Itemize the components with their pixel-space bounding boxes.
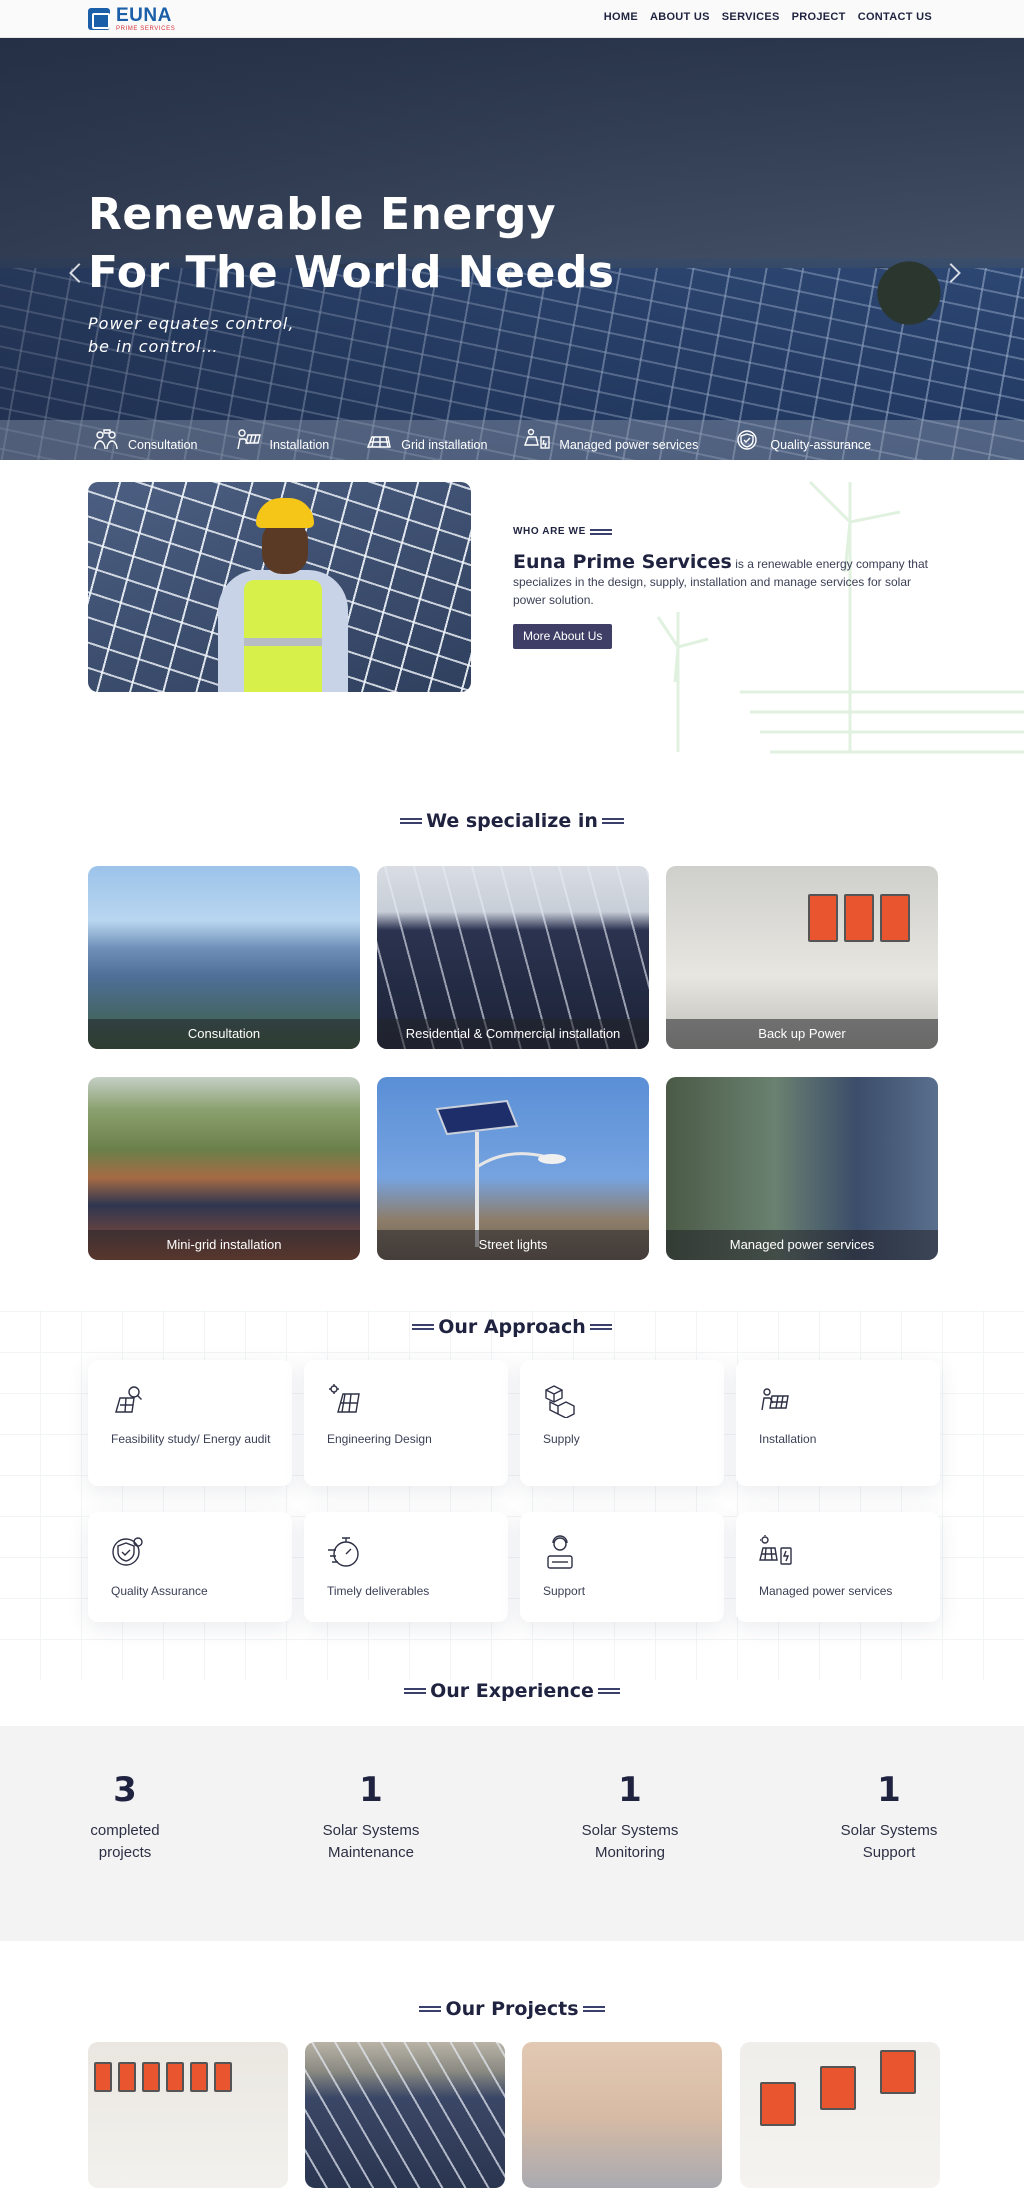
service-card-label: Residential & Commercial installation <box>377 1019 649 1049</box>
hero-subtitle: Power equates control, be in control… <box>88 314 295 356</box>
approach-card-engineering-design[interactable]: Engineering Design <box>304 1360 508 1486</box>
stat-completed-projects: 3 completed projects <box>90 1770 160 1861</box>
approach-card-feasibility[interactable]: Feasibility study/ Energy audit <box>88 1360 292 1486</box>
feasibility-icon <box>115 1386 142 1413</box>
approach-card-support[interactable]: Support <box>520 1512 724 1622</box>
service-card-street-lights[interactable]: Street lights <box>377 1077 649 1260</box>
consultation-icon <box>94 429 118 450</box>
supply-boxes-icon <box>545 1385 575 1418</box>
nav-contact-us[interactable]: CONTACT US <box>858 11 932 23</box>
about-section-label: WHO ARE WE <box>513 526 612 537</box>
nav-services[interactable]: SERVICES <box>722 11 780 23</box>
quality-assurance-icon <box>112 1537 143 1566</box>
hero-feature-bar: Consultation Installation Grid installat… <box>0 420 1024 460</box>
stat-support: 1 Solar Systems Support <box>840 1770 938 1861</box>
project-card-1[interactable] <box>88 2042 288 2188</box>
service-card-residential-commercial[interactable]: Residential & Commercial installation <box>377 866 649 1049</box>
nav-home[interactable]: HOME <box>604 11 638 23</box>
nav-about-us[interactable]: ABOUT US <box>650 11 710 23</box>
approach-card-quality-assurance[interactable]: Quality Assurance <box>88 1512 292 1622</box>
about-description: Euna Prime Services is a renewable energ… <box>513 551 928 608</box>
logo-name: EUNA <box>116 5 172 26</box>
about-image <box>88 482 471 692</box>
logo-icon <box>88 8 110 30</box>
service-card-label: Managed power services <box>666 1230 938 1260</box>
service-card-label: Consultation <box>88 1019 360 1049</box>
project-card-2[interactable] <box>305 2042 505 2188</box>
approach-card-timely-deliverables[interactable]: Timely deliverables <box>304 1512 508 1622</box>
experience-stats: 3 completed projects 1 Solar Systems Maint… <box>0 1726 1024 1941</box>
experience-title: Our Experience <box>0 1680 1024 1702</box>
projects-title: Our Projects <box>0 1998 1024 2020</box>
managed-power-icon <box>759 1535 792 1565</box>
top-navigation: EUNA PRIME SERVICES HOME ABOUT US SERVIC… <box>0 0 1024 38</box>
project-card-3[interactable] <box>522 2042 722 2188</box>
engineer-photo <box>218 498 348 692</box>
installation-icon <box>761 1388 789 1411</box>
brand-logo[interactable]: EUNA PRIME SERVICES <box>88 6 175 32</box>
service-card-backup-power[interactable]: Back up Power <box>666 866 938 1049</box>
specialize-title: We specialize in <box>0 810 1024 832</box>
feature-grid-installation: Grid installation <box>365 427 487 453</box>
stat-monitoring: 1 Solar Systems Monitoring <box>581 1770 679 1861</box>
more-about-us-button[interactable]: More About Us <box>513 624 613 649</box>
feature-quality-assurance: Quality-assurance <box>734 427 871 453</box>
engineering-design-icon <box>329 1384 360 1413</box>
grid-installation-icon <box>367 436 392 448</box>
service-card-label: Mini-grid installation <box>88 1230 360 1260</box>
main-menu: HOME ABOUT US SERVICES PROJECT CONTACT U… <box>604 11 932 23</box>
installation-icon <box>236 429 261 450</box>
hero-title: Renewable Energy For The World Needs <box>88 189 615 298</box>
feature-installation: Installation <box>234 427 329 453</box>
about-brand-name: Euna Prime Services <box>513 551 732 573</box>
street-light-icon <box>435 1099 566 1247</box>
service-card-managed-power[interactable]: Managed power services <box>666 1077 938 1260</box>
feature-managed-power: Managed power services <box>523 427 698 453</box>
logo-tagline: PRIME SERVICES <box>116 26 176 32</box>
service-card-consultation[interactable]: Consultation <box>88 866 360 1049</box>
managed-power-icon <box>524 428 551 449</box>
support-icon <box>547 1535 573 1569</box>
approach-card-supply[interactable]: Supply <box>520 1360 724 1486</box>
stopwatch-icon <box>328 1537 359 1567</box>
project-card-4[interactable] <box>740 2042 940 2188</box>
nav-project[interactable]: PROJECT <box>792 11 846 23</box>
approach-title: Our Approach <box>0 1316 1024 1338</box>
quality-assurance-icon <box>737 430 758 450</box>
stat-maintenance: 1 Solar Systems Maintenance <box>322 1770 420 1861</box>
service-card-label: Street lights <box>377 1230 649 1260</box>
feature-consultation: Consultation <box>92 427 198 453</box>
approach-card-installation[interactable]: Installation <box>736 1360 940 1486</box>
service-card-mini-grid[interactable]: Mini-grid installation <box>88 1077 360 1260</box>
approach-card-managed-power[interactable]: Managed power services <box>736 1512 940 1622</box>
hero-slider: Renewable Energy For The World Needs Pow… <box>0 38 1024 460</box>
service-card-label: Back up Power <box>666 1019 938 1049</box>
